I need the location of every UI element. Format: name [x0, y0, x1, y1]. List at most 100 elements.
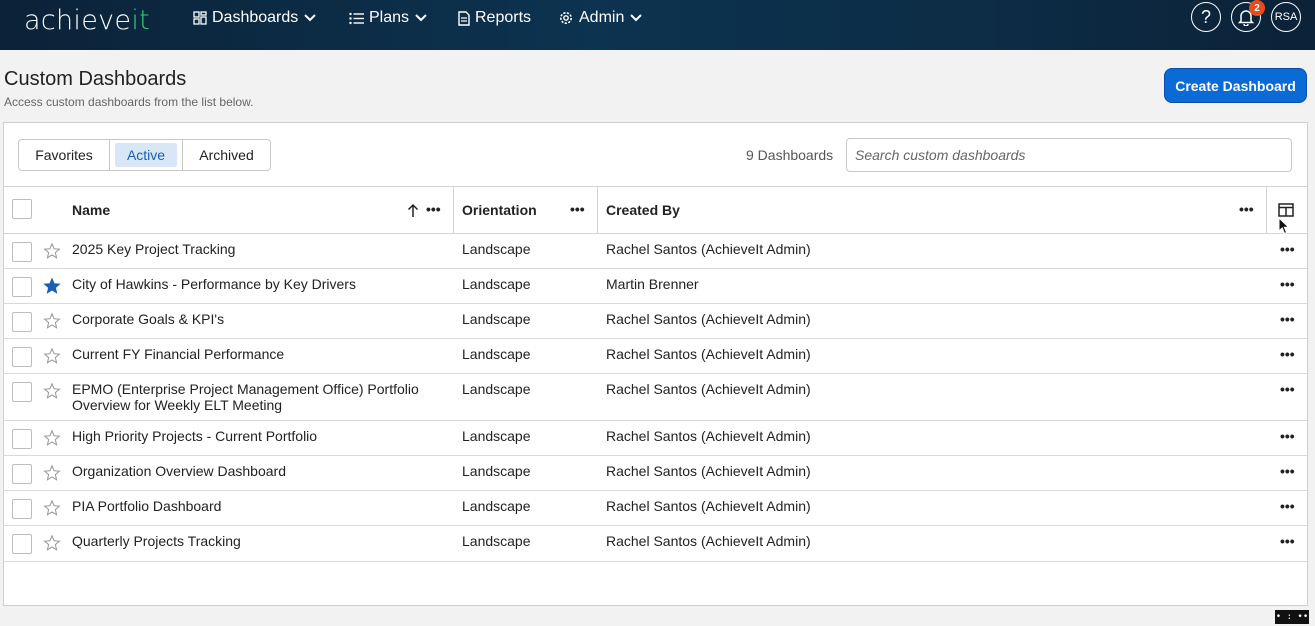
dashboards-grid-icon: [193, 11, 207, 25]
chevron-down-icon: [304, 14, 316, 22]
gear-icon: [560, 12, 572, 24]
table-header: Name ••• Orientation ••• Created By •••: [4, 186, 1307, 234]
row-checkbox[interactable]: [12, 347, 32, 367]
row-menu-icon[interactable]: •••: [1280, 429, 1295, 443]
row-menu-icon[interactable]: •••: [1280, 499, 1295, 513]
row-menu-icon[interactable]: •••: [1280, 464, 1295, 478]
star-icon[interactable]: [43, 382, 61, 400]
table-row[interactable]: 2025 Key Project Tracking Landscape Rach…: [4, 234, 1307, 269]
row-name[interactable]: EPMO (Enterprise Project Management Offi…: [72, 381, 432, 413]
tab-archived[interactable]: Archived: [183, 140, 270, 170]
table-row[interactable]: Current FY Financial Performance Landsca…: [4, 339, 1307, 374]
tab-active[interactable]: Active: [110, 140, 183, 170]
nav-admin[interactable]: Admin: [558, 0, 643, 36]
tab-favorites[interactable]: Favorites: [19, 140, 110, 170]
star-icon[interactable]: [43, 464, 61, 482]
top-navigation-bar: achieveit Dashboards Plans Reports Admin…: [0, 0, 1315, 50]
cursor-icon: [1278, 217, 1290, 235]
help-symbol: ?: [1200, 6, 1211, 27]
columns-icon[interactable]: [1278, 203, 1294, 217]
row-orientation: Landscape: [462, 498, 531, 514]
row-name[interactable]: High Priority Projects - Current Portfol…: [72, 428, 317, 444]
avatar-initials: RSA: [1274, 11, 1298, 23]
row-menu-icon[interactable]: •••: [1280, 347, 1295, 361]
star-icon[interactable]: [43, 429, 61, 447]
row-menu-icon[interactable]: •••: [1280, 534, 1295, 548]
row-checkbox[interactable]: [12, 242, 32, 262]
row-orientation: Landscape: [462, 463, 531, 479]
row-checkbox[interactable]: [12, 464, 32, 484]
page-title: Custom Dashboards: [4, 68, 187, 90]
star-icon[interactable]: [43, 242, 61, 260]
row-checkbox[interactable]: [12, 429, 32, 449]
avatar[interactable]: RSA: [1271, 2, 1301, 32]
row-name[interactable]: PIA Portfolio Dashboard: [72, 498, 221, 514]
column-header-created-by[interactable]: Created By: [606, 187, 680, 233]
row-menu-icon[interactable]: •••: [1280, 242, 1295, 256]
star-icon[interactable]: [43, 534, 61, 552]
row-name[interactable]: City of Hawkins - Performance by Key Dri…: [72, 276, 356, 292]
nav-dashboards[interactable]: Dashboards: [193, 0, 317, 36]
row-name[interactable]: Corporate Goals & KPI's: [72, 311, 224, 327]
row-created-by: Rachel Santos (AchieveIt Admin): [606, 346, 811, 362]
column-header-name[interactable]: Name: [72, 187, 110, 233]
row-checkbox[interactable]: [12, 277, 32, 297]
row-name[interactable]: Quarterly Projects Tracking: [72, 533, 241, 549]
corner-widget: • : ••: [1275, 610, 1309, 624]
nav-plans[interactable]: Plans: [349, 0, 428, 36]
table-row[interactable]: Corporate Goals & KPI's Landscape Rachel…: [4, 304, 1307, 339]
achieveit-logo[interactable]: achieveit: [24, 5, 150, 36]
list-icon: [349, 12, 364, 24]
row-created-by: Rachel Santos (AchieveIt Admin): [606, 463, 811, 479]
row-checkbox[interactable]: [12, 499, 32, 519]
row-name[interactable]: Current FY Financial Performance: [72, 346, 284, 362]
table-row[interactable]: PIA Portfolio Dashboard Landscape Rachel…: [4, 491, 1307, 526]
row-created-by: Rachel Santos (AchieveIt Admin): [606, 381, 811, 397]
table-row[interactable]: EPMO (Enterprise Project Management Offi…: [4, 374, 1307, 421]
star-icon[interactable]: [43, 347, 61, 365]
column-divider: [1266, 187, 1267, 233]
row-checkbox[interactable]: [12, 382, 32, 402]
row-orientation: Landscape: [462, 533, 531, 549]
row-orientation: Landscape: [462, 276, 531, 292]
row-checkbox[interactable]: [12, 312, 32, 332]
column-divider: [597, 187, 598, 233]
filter-tabs: Favorites Active Archived: [18, 139, 271, 171]
row-created-by: Rachel Santos (AchieveIt Admin): [606, 498, 811, 514]
select-all-checkbox[interactable]: [12, 199, 32, 219]
row-created-by: Rachel Santos (AchieveIt Admin): [606, 311, 811, 327]
created-by-column-menu-icon[interactable]: •••: [1239, 202, 1254, 216]
row-menu-icon[interactable]: •••: [1280, 312, 1295, 326]
table-row[interactable]: High Priority Projects - Current Portfol…: [4, 421, 1307, 456]
star-icon[interactable]: [43, 312, 61, 330]
row-menu-icon[interactable]: •••: [1280, 277, 1295, 291]
nav-reports[interactable]: Reports: [458, 0, 531, 36]
table-row[interactable]: City of Hawkins - Performance by Key Dri…: [4, 269, 1307, 304]
row-created-by: Rachel Santos (AchieveIt Admin): [606, 428, 811, 444]
orientation-column-menu-icon[interactable]: •••: [570, 202, 585, 216]
column-header-orientation[interactable]: Orientation: [462, 187, 537, 233]
notification-badge: 2: [1249, 0, 1265, 16]
dashboard-count: 9 Dashboards: [746, 147, 834, 163]
table-row[interactable]: Organization Overview Dashboard Landscap…: [4, 456, 1307, 491]
row-created-by: Rachel Santos (AchieveIt Admin): [606, 241, 811, 257]
row-orientation: Landscape: [462, 346, 531, 362]
row-name[interactable]: Organization Overview Dashboard: [72, 463, 286, 479]
row-menu-icon[interactable]: •••: [1280, 382, 1295, 396]
row-created-by: Martin Brenner: [606, 276, 699, 292]
row-created-by: Rachel Santos (AchieveIt Admin): [606, 533, 811, 549]
star-icon[interactable]: [43, 499, 61, 517]
star-icon[interactable]: [43, 277, 61, 295]
row-orientation: Landscape: [462, 241, 531, 257]
sort-up-arrow-icon[interactable]: [407, 203, 419, 218]
table-row[interactable]: Quarterly Projects Tracking Landscape Ra…: [4, 526, 1307, 562]
search-input[interactable]: [846, 138, 1292, 172]
name-column-menu-icon[interactable]: •••: [426, 202, 441, 216]
create-dashboard-button[interactable]: Create Dashboard: [1164, 68, 1307, 103]
chevron-down-icon: [415, 14, 427, 22]
help-icon[interactable]: ?: [1191, 2, 1221, 32]
tab-archived-label: Archived: [199, 147, 254, 163]
logo-accent-text: it: [131, 5, 151, 36]
row-checkbox[interactable]: [12, 534, 32, 554]
row-name[interactable]: 2025 Key Project Tracking: [72, 241, 235, 257]
